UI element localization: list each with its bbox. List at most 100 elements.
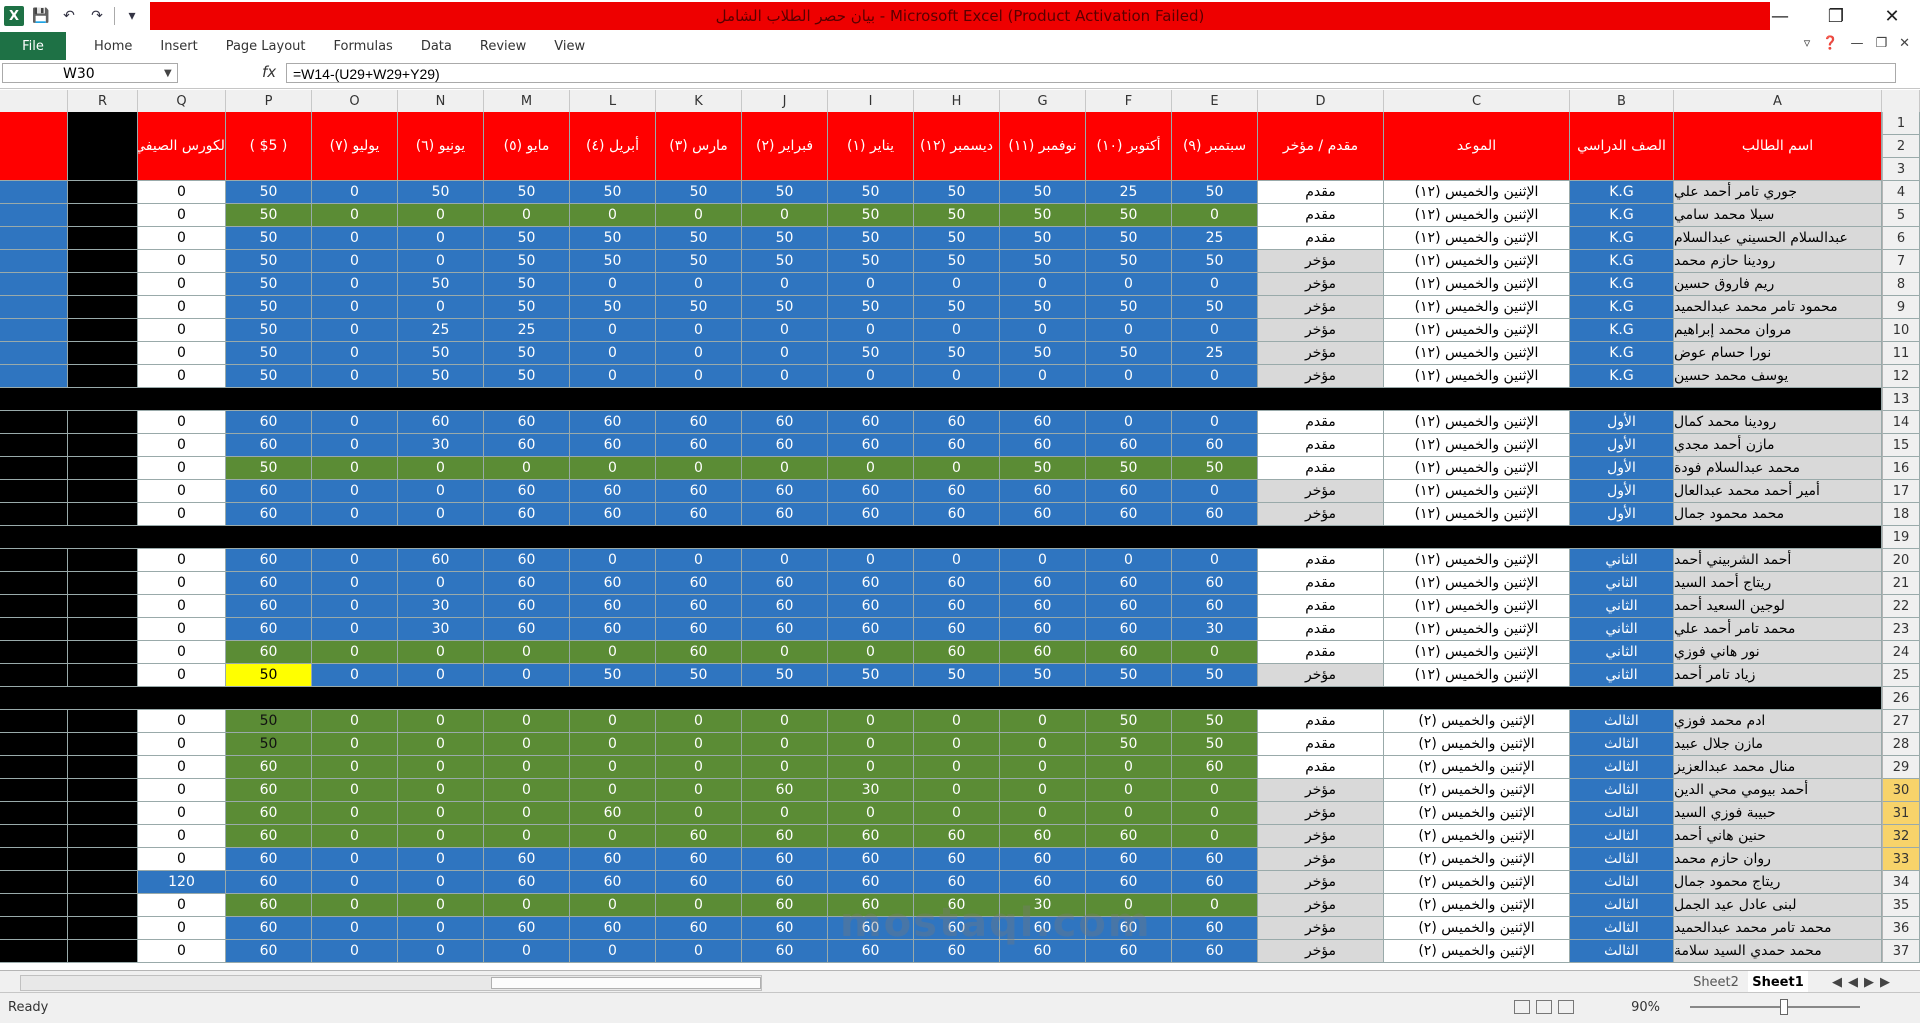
cell-p[interactable]: 50 — [226, 319, 312, 342]
cell-g[interactable]: 0 — [1000, 779, 1086, 802]
cell-j[interactable]: 60 — [742, 871, 828, 894]
left-strip-cell[interactable] — [0, 710, 68, 733]
cell-g[interactable]: 0 — [1000, 319, 1086, 342]
cell-g[interactable]: 60 — [1000, 503, 1086, 526]
cell-f[interactable]: 50 — [1086, 204, 1172, 227]
cell-e[interactable]: 60 — [1172, 756, 1258, 779]
cell-j[interactable]: 0 — [742, 549, 828, 572]
cell-p[interactable]: 60 — [226, 894, 312, 917]
cell-n[interactable]: 0 — [398, 503, 484, 526]
cell-k[interactable]: 60 — [656, 848, 742, 871]
cell-schedule[interactable]: الإثنين والخميس (١٢) — [1384, 365, 1570, 388]
cell-n[interactable]: 0 — [398, 572, 484, 595]
cell-n[interactable]: 0 — [398, 848, 484, 871]
cell-e[interactable]: 0 — [1172, 365, 1258, 388]
cell-o[interactable]: 0 — [312, 480, 398, 503]
cell-l[interactable]: 60 — [570, 595, 656, 618]
cell-r[interactable] — [68, 733, 138, 756]
cell-g[interactable]: 60 — [1000, 480, 1086, 503]
cell-student-name[interactable]: ريم فاروق حسين — [1674, 273, 1882, 296]
cell-l[interactable]: 0 — [570, 894, 656, 917]
cell-o[interactable]: 0 — [312, 618, 398, 641]
cell-n[interactable]: 0 — [398, 227, 484, 250]
cell-g[interactable]: 60 — [1000, 434, 1086, 457]
cell-j[interactable]: 0 — [742, 273, 828, 296]
cell-h[interactable]: 60 — [914, 641, 1000, 664]
cell-payment-status[interactable]: مؤخر — [1258, 664, 1384, 687]
cell-e[interactable]: 0 — [1172, 480, 1258, 503]
row-number[interactable]: 21 — [1882, 572, 1920, 595]
cell-grade[interactable]: K.G — [1570, 204, 1674, 227]
cell-m[interactable]: 60 — [484, 411, 570, 434]
tab-view[interactable]: View — [540, 32, 599, 60]
cell-n[interactable]: 50 — [398, 273, 484, 296]
cell-o[interactable]: 0 — [312, 940, 398, 963]
cell-i[interactable]: 0 — [828, 802, 914, 825]
cell-o[interactable]: 0 — [312, 457, 398, 480]
cell-r[interactable] — [68, 273, 138, 296]
cell-payment-status[interactable]: مقدم — [1258, 710, 1384, 733]
cell-student-name[interactable]: نورا حسام عوض — [1674, 342, 1882, 365]
cell-r[interactable] — [68, 917, 138, 940]
left-strip-cell[interactable] — [0, 894, 68, 917]
column-header-m[interactable]: M — [484, 90, 570, 112]
cell-h[interactable]: 60 — [914, 503, 1000, 526]
cell-f[interactable]: 50 — [1086, 342, 1172, 365]
column-header-l[interactable]: L — [570, 90, 656, 112]
cell-grade[interactable]: الأول — [1570, 457, 1674, 480]
cell-r[interactable] — [68, 549, 138, 572]
cell-r[interactable] — [68, 181, 138, 204]
left-strip-cell[interactable] — [0, 802, 68, 825]
cell-p[interactable]: 50 — [226, 733, 312, 756]
cell-e[interactable]: 50 — [1172, 296, 1258, 319]
cell-g[interactable]: 50 — [1000, 250, 1086, 273]
cell-n[interactable]: 0 — [398, 296, 484, 319]
cell-h[interactable]: 50 — [914, 181, 1000, 204]
left-strip-cell[interactable] — [0, 871, 68, 894]
cell-summer-course[interactable]: 0 — [138, 457, 226, 480]
cell-j[interactable]: 60 — [742, 825, 828, 848]
cell-schedule[interactable]: الإثنين والخميس (١٢) — [1384, 296, 1570, 319]
cell-summer-course[interactable]: 0 — [138, 756, 226, 779]
cell-g[interactable]: 60 — [1000, 848, 1086, 871]
cell-payment-status[interactable]: مقدم — [1258, 641, 1384, 664]
cell-payment-status[interactable]: مؤخر — [1258, 273, 1384, 296]
cell-f[interactable]: 0 — [1086, 365, 1172, 388]
cell-student-name[interactable]: ريتاج محمود جمال — [1674, 871, 1882, 894]
left-strip-cell[interactable] — [0, 733, 68, 756]
tab-file[interactable]: File — [0, 32, 66, 60]
cell-r[interactable] — [68, 319, 138, 342]
cell-p[interactable]: 50 — [226, 457, 312, 480]
cell-schedule[interactable]: الإثنين والخميس (٢) — [1384, 710, 1570, 733]
cell-p[interactable]: 60 — [226, 917, 312, 940]
cell-k[interactable]: 0 — [656, 457, 742, 480]
cell-r[interactable] — [68, 664, 138, 687]
cell-j[interactable]: 60 — [742, 894, 828, 917]
cell-f[interactable]: 60 — [1086, 572, 1172, 595]
header-cell-n[interactable]: يونيو (٦) — [398, 112, 484, 181]
cell-m[interactable]: 0 — [484, 802, 570, 825]
tab-review[interactable]: Review — [466, 32, 540, 60]
cell-student-name[interactable]: منال محمد عبدالعزيز — [1674, 756, 1882, 779]
cell-k[interactable]: 0 — [656, 342, 742, 365]
row-number[interactable]: 2 — [1882, 135, 1920, 158]
cell-grade[interactable]: الثالث — [1570, 917, 1674, 940]
cell-f[interactable]: 60 — [1086, 503, 1172, 526]
cell-i[interactable]: 30 — [828, 779, 914, 802]
cell-p[interactable]: 60 — [226, 434, 312, 457]
left-strip-cell[interactable] — [0, 756, 68, 779]
cell-summer-course[interactable]: 0 — [138, 894, 226, 917]
row-number[interactable]: 22 — [1882, 595, 1920, 618]
cell-j[interactable]: 0 — [742, 204, 828, 227]
cell-p[interactable]: 60 — [226, 802, 312, 825]
cell-summer-course[interactable]: 0 — [138, 250, 226, 273]
cell-k[interactable]: 60 — [656, 434, 742, 457]
workbook-minimize-icon[interactable]: — — [1850, 36, 1863, 51]
cell-payment-status[interactable]: مؤخر — [1258, 503, 1384, 526]
cell-k[interactable]: 50 — [656, 664, 742, 687]
cell-i[interactable]: 0 — [828, 710, 914, 733]
cell-k[interactable]: 0 — [656, 802, 742, 825]
cell-g[interactable]: 60 — [1000, 871, 1086, 894]
cell-j[interactable]: 60 — [742, 848, 828, 871]
cell-student-name[interactable]: حبيبة فوزي السيد — [1674, 802, 1882, 825]
